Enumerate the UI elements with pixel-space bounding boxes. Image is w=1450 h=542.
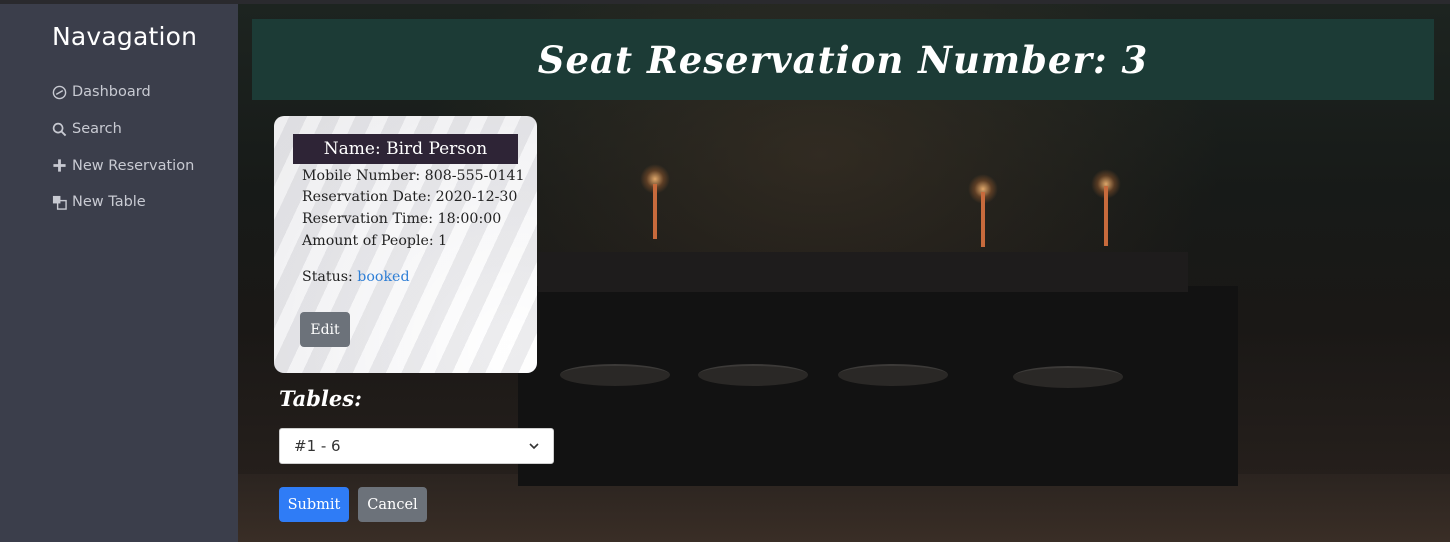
candle [981, 192, 985, 247]
plus-icon [53, 159, 66, 172]
sidebar-nav: Dashboard Search New Reservation New Tab… [52, 74, 194, 221]
reservation-name: Name: Bird Person [293, 134, 518, 164]
sidebar-item-search[interactable]: Search [52, 111, 194, 148]
submit-button[interactable]: Submit [279, 487, 349, 522]
sidebar-item-label: New Table [72, 194, 146, 211]
table-icon [52, 195, 67, 210]
sidebar: Navagation Dashboard Search New Reservat… [0, 4, 238, 542]
reservation-date: Reservation Date: 2020-12-30 [302, 189, 518, 205]
stool [1013, 366, 1123, 388]
status-line: Status: booked [302, 269, 410, 285]
reservation-time: Reservation Time: 18:00:00 [302, 211, 502, 227]
dashboard-icon [52, 85, 67, 100]
people-count: Amount of People: 1 [302, 233, 448, 249]
candle [1104, 186, 1108, 246]
tables-label: Tables: [279, 386, 362, 411]
candle [653, 184, 657, 239]
tables-select[interactable]: #1 - 6 [279, 428, 554, 464]
stool [560, 364, 670, 386]
sidebar-item-label: New Reservation [72, 157, 195, 174]
selected-table: #1 - 6 [294, 437, 341, 455]
sidebar-item-dashboard[interactable]: Dashboard [52, 74, 194, 111]
status-value: booked [357, 269, 410, 285]
mobile-number: Mobile Number: 808-555-0141 [302, 168, 525, 184]
stool [698, 364, 808, 386]
search-icon [52, 122, 67, 136]
sidebar-item-new-table[interactable]: New Table [52, 184, 194, 221]
chevron-down-icon [529, 443, 539, 450]
sidebar-item-new-reservation[interactable]: New Reservation [52, 147, 194, 184]
reservation-card: Name: Bird Person Mobile Number: 808-555… [274, 116, 537, 373]
stool [838, 364, 948, 386]
status-label: Status: [302, 269, 358, 285]
page-header: Seat Reservation Number: 3 [252, 19, 1434, 100]
background-tablecloth [518, 286, 1238, 486]
background-table [538, 252, 1188, 292]
edit-button[interactable]: Edit [300, 312, 350, 347]
cancel-button[interactable]: Cancel [358, 487, 427, 522]
sidebar-title: Navagation [52, 22, 198, 51]
sidebar-item-label: Dashboard [72, 84, 151, 101]
sidebar-item-label: Search [72, 121, 122, 138]
page-title: Seat Reservation Number: 3 [537, 37, 1149, 82]
